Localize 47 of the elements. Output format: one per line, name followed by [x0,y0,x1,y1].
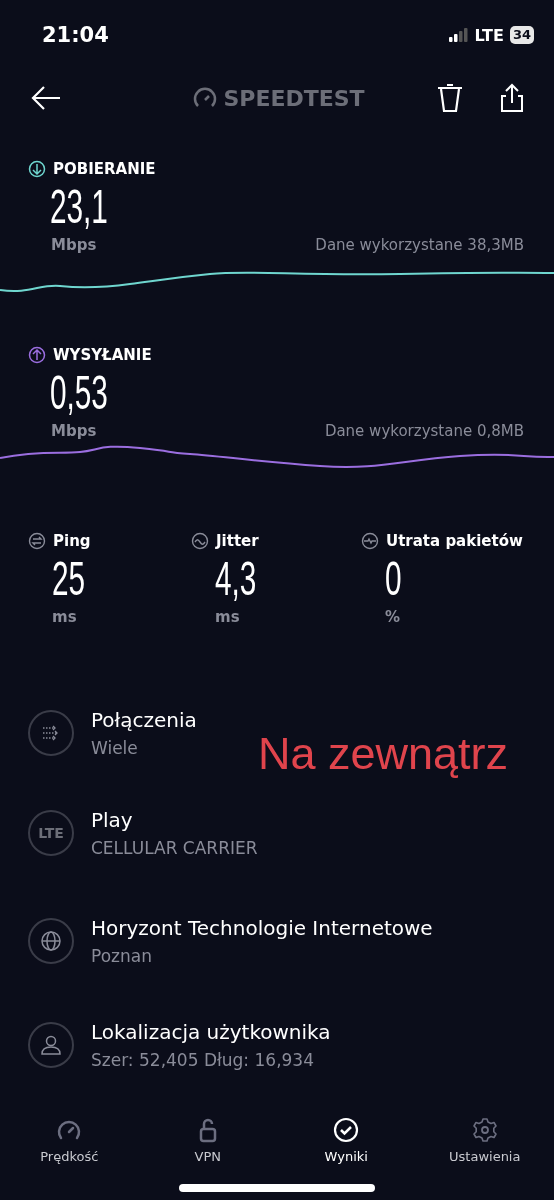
detail-subtitle: Wiele [91,738,139,758]
lte-badge: LTE [28,810,74,856]
detail-subtitle: Poznan [91,946,153,966]
share-icon[interactable] [500,83,524,113]
metric-label: Ping [53,532,91,550]
speed-unit: Mbps [51,422,97,440]
detail-title: Lokalizacja użytkownika [91,1020,331,1044]
jitter-icon [191,532,209,550]
metric-unit: ms [51,608,78,626]
speed-label: WYSYŁANIE [53,346,152,364]
tab-item[interactable]: Prędkość [0,1117,139,1164]
speed-value: 0,53 [50,366,108,420]
trash-icon[interactable] [436,83,464,113]
signal-icon [448,28,469,42]
annotation-text: Na zewnątrz [258,728,509,780]
battery-level: 34 [509,26,534,44]
data-used-text: Dane wykorzystane 38,3MB [315,236,524,254]
loss-icon [361,532,379,550]
detail-title: Połączenia [91,708,197,732]
status-time: 21:04 [42,23,109,47]
tab-item[interactable]: Ustawienia [415,1117,554,1164]
ping-icon [28,532,46,550]
speed-label: POBIERANIE [53,160,156,178]
metric-unit: % [384,608,402,626]
back-icon[interactable] [30,85,62,111]
metric-label: Utrata pakietów [386,532,523,550]
detail-subtitle: CELLULAR CARRIER [91,838,258,858]
detail-title: Play [91,808,134,832]
metric-label: Jitter [216,532,259,550]
tab-item[interactable]: VPN [138,1117,277,1164]
detail-subtitle: Szer: 52,405 Dług: 16,934 [91,1050,315,1070]
user-icon [39,1033,63,1057]
detail-title: Horyzont Technologie Internetowe [91,916,433,940]
tab-item[interactable]: Wyniki [277,1117,416,1164]
speed-value: 23,1 [50,180,108,234]
data-used-text: Dane wykorzystane 0,8MB [324,422,524,440]
metric-value: 0 [385,552,402,606]
metric-unit: ms [214,608,241,626]
globe-icon [39,929,63,953]
app-title: SPEEDTEST [223,85,365,111]
metric-value: 4,3 [215,552,257,606]
speed-unit: Mbps [51,236,97,254]
gauge-icon [193,87,218,109]
network-label: LTE [474,25,504,45]
settings-icon [471,1117,498,1143]
metric-value: 25 [52,552,86,606]
checkmark-icon [333,1117,360,1143]
